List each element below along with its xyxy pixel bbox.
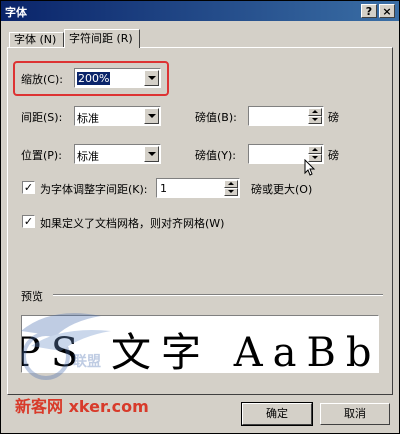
title-bar[interactable]: 字体 ? × — [1, 1, 399, 21]
snap-grid-checkbox[interactable]: ✓ — [22, 215, 35, 228]
tab-font-label: 字体 (N) — [14, 33, 57, 46]
kerning-spinner[interactable]: 1 — [156, 178, 240, 198]
spacing-value: 标准 — [77, 112, 99, 125]
ok-button[interactable]: 确定 — [241, 402, 313, 426]
position-value: 标准 — [77, 150, 99, 163]
spacing-label: 间距(S): — [21, 111, 63, 124]
tab-spacing-label: 字符间距 (R) — [69, 32, 133, 45]
tab-character-spacing[interactable]: 字符间距 (R) — [64, 29, 140, 48]
close-button[interactable]: × — [379, 4, 395, 18]
watermark-text: 新客网 xker.com — [15, 397, 149, 416]
position-unit: 磅 — [328, 149, 339, 162]
spin-up-icon[interactable] — [224, 180, 238, 188]
kerning-checkbox[interactable]: ✓ — [22, 181, 35, 194]
watermark-logo-icon: 联盟 — [21, 313, 111, 380]
kerning-label: 为字体调整字间距(K): — [40, 183, 148, 196]
help-button[interactable]: ? — [361, 4, 377, 18]
preview-divider — [53, 294, 383, 296]
position-combo[interactable]: 标准 — [74, 144, 161, 164]
spin-up-icon[interactable] — [308, 146, 322, 154]
tab-font[interactable]: 字体 (N) — [9, 32, 64, 47]
chevron-down-icon[interactable] — [144, 108, 159, 124]
font-dialog: 字体 ? × 字体 (N) 字符间距 (R) 缩放(C): 200% 间距(S)… — [0, 0, 400, 434]
cancel-button[interactable]: 取消 — [320, 403, 390, 425]
dialog-title: 字体 — [5, 6, 27, 19]
spin-down-icon[interactable] — [308, 116, 322, 124]
spacing-combo[interactable]: 标准 — [74, 106, 161, 126]
position-label: 位置(P): — [21, 149, 62, 162]
chevron-down-icon[interactable] — [144, 146, 159, 162]
position-by-label: 磅值(Y): — [195, 149, 237, 162]
spin-down-icon[interactable] — [224, 188, 238, 196]
spacing-by-spinner[interactable] — [248, 106, 324, 126]
snap-grid-label: 如果定义了文档网格，则对齐网格(W) — [40, 217, 225, 230]
kerning-value: 1 — [160, 182, 167, 195]
spin-up-icon[interactable] — [308, 108, 322, 116]
spacing-by-label: 磅值(B): — [195, 111, 237, 124]
kerning-suffix: 磅或更大(O) — [251, 183, 313, 196]
mouse-cursor-icon — [304, 159, 316, 176]
watermark-logo-text: 联盟 — [73, 354, 101, 370]
highlight-box — [13, 61, 169, 96]
spacing-unit: 磅 — [328, 111, 339, 124]
